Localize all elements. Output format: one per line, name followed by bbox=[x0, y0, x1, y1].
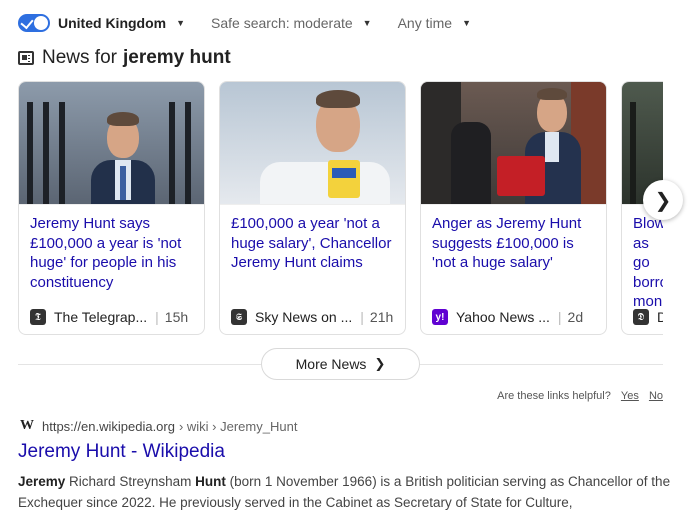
region-dropdown[interactable]: United Kingdom ▼ bbox=[58, 15, 185, 31]
safe-search-dropdown[interactable]: Safe search: moderate ▼ bbox=[211, 15, 372, 31]
region-label: United Kingdom bbox=[58, 15, 167, 31]
news-source: 𝕯 D bbox=[633, 309, 663, 325]
feedback-question: Are these links helpful? bbox=[497, 390, 611, 402]
snippet-highlight: Hunt bbox=[195, 474, 226, 489]
telegraph-icon: 𝕿 bbox=[30, 309, 46, 325]
more-news-label: More News bbox=[295, 356, 367, 372]
news-age: 2d bbox=[567, 309, 584, 325]
result-title[interactable]: Jeremy Hunt - Wikipedia bbox=[18, 441, 225, 463]
news-thumbnail bbox=[19, 82, 204, 205]
region-toggle[interactable] bbox=[18, 14, 50, 32]
caret-down-icon: ▼ bbox=[462, 18, 471, 28]
wikipedia-icon: W bbox=[20, 418, 34, 433]
feedback-prompt: Are these links helpful? Yes No bbox=[497, 390, 663, 402]
chevron-right-icon: ❯ bbox=[654, 189, 672, 212]
safe-search-label: Safe search: moderate bbox=[211, 15, 353, 31]
source-name: Yahoo News ... bbox=[456, 309, 550, 325]
news-icon: 𝕯 bbox=[633, 309, 649, 325]
caret-down-icon: ▼ bbox=[176, 18, 186, 28]
news-source: 𝕿 The Telegrap... | 15h bbox=[30, 309, 196, 325]
news-query: jeremy hunt bbox=[122, 47, 231, 68]
source-name: The Telegrap... bbox=[54, 309, 148, 325]
news-source: 𝕾 Sky News on ... | 21h bbox=[231, 309, 397, 325]
result-domain: https://en.wikipedia.org bbox=[42, 418, 175, 434]
result-url[interactable]: W https://en.wikipedia.org › wiki › Jere… bbox=[20, 418, 297, 434]
news-section-title: News for jeremy hunt bbox=[18, 47, 231, 69]
chevron-right-icon: ❯ bbox=[374, 356, 386, 371]
news-age: 21h bbox=[369, 309, 394, 325]
news-headline[interactable]: £100,000 a year 'not a huge salary', Cha… bbox=[231, 214, 397, 273]
filter-bar: United Kingdom ▼ Safe search: moderate ▼… bbox=[18, 12, 497, 34]
more-news-button[interactable]: More News ❯ bbox=[261, 348, 420, 380]
time-label: Any time bbox=[397, 15, 453, 31]
more-news-row: More News ❯ bbox=[18, 348, 663, 380]
carousel-next-button[interactable]: ❯ bbox=[643, 180, 683, 220]
newspaper-icon bbox=[18, 51, 34, 65]
feedback-yes-link[interactable]: Yes bbox=[621, 390, 639, 402]
news-card[interactable]: Anger as Jeremy Hunt suggests £100,000 i… bbox=[420, 81, 607, 335]
news-thumbnail bbox=[421, 82, 606, 205]
news-headline[interactable]: Jeremy Hunt says £100,000 a year is 'not… bbox=[30, 214, 196, 292]
news-headline[interactable]: Blow as go borro mon bbox=[633, 214, 663, 312]
news-card[interactable]: £100,000 a year 'not a huge salary', Cha… bbox=[219, 81, 406, 335]
snippet-text: Richard Streynsham bbox=[65, 474, 196, 489]
result-path: › wiki › Jeremy_Hunt bbox=[178, 418, 298, 434]
news-age: 15h bbox=[164, 309, 189, 325]
news-headline[interactable]: Anger as Jeremy Hunt suggests £100,000 i… bbox=[432, 214, 598, 273]
news-thumbnail bbox=[220, 82, 405, 205]
news-card[interactable]: Jeremy Hunt says £100,000 a year is 'not… bbox=[18, 81, 205, 335]
snippet-highlight: Jeremy bbox=[18, 474, 66, 489]
news-carousel: Jeremy Hunt says £100,000 a year is 'not… bbox=[18, 81, 663, 336]
feedback-no-link[interactable]: No bbox=[649, 390, 663, 402]
sky-news-icon: 𝕾 bbox=[231, 309, 247, 325]
source-name: Sky News on ... bbox=[255, 309, 353, 325]
check-icon bbox=[20, 15, 34, 30]
result-snippet: Jeremy Richard Streynsham Hunt (born 1 N… bbox=[18, 471, 678, 513]
yahoo-icon: y! bbox=[432, 309, 448, 325]
toggle-knob bbox=[34, 16, 48, 30]
time-dropdown[interactable]: Any time ▼ bbox=[398, 15, 471, 31]
news-title-prefix: News for bbox=[42, 47, 117, 68]
news-source: y! Yahoo News ... | 2d bbox=[432, 309, 598, 325]
caret-down-icon: ▼ bbox=[362, 18, 372, 28]
source-name: D bbox=[657, 309, 663, 325]
